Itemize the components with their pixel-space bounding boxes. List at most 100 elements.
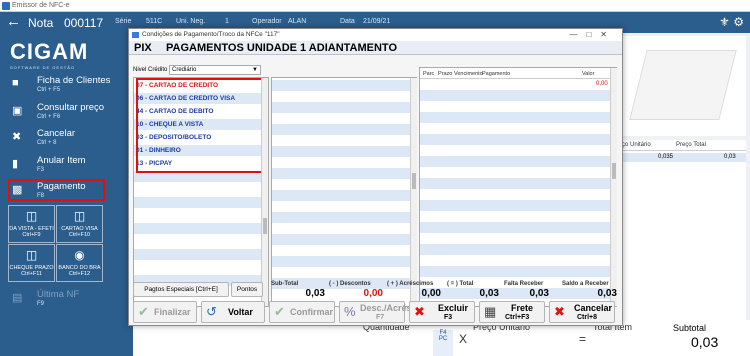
desc-acres-button[interactable]: % Desc./Acrés. F7 xyxy=(339,301,414,323)
receipt-icon: ▤ xyxy=(12,292,23,304)
tile-cheque-prazo[interactable]: ◫ CHEQUE PRAZO Ctrl+F11 xyxy=(8,244,55,282)
window-controls: —□✕ xyxy=(569,29,616,41)
dialog-header: PIX PAGAMENTOS UNIDADE 1 ADIANTAMENTO xyxy=(129,41,622,55)
col-parc: Parc xyxy=(423,71,435,77)
close-window-icon[interactable]: ✕ xyxy=(600,30,616,39)
fkey-pc[interactable]: PC xyxy=(433,336,453,342)
app-icon xyxy=(2,2,10,10)
back-arrow-icon[interactable]: ← xyxy=(6,14,21,29)
tile-key: Ctrl+F12 xyxy=(68,271,91,277)
sidebar-item-label: Cancelar xyxy=(37,128,76,139)
maximize-icon[interactable]: □ xyxy=(586,30,600,39)
list-row xyxy=(272,245,410,256)
confirmar-button[interactable]: ✔ Confirmar xyxy=(269,301,335,323)
tile-banco-brasil[interactable]: ◉ BANCO DO BRA Ctrl+F12 xyxy=(56,244,103,282)
cell-preco-unitario: 0,035 xyxy=(658,154,674,160)
list-row xyxy=(272,256,410,267)
dialog-app-icon xyxy=(132,32,139,38)
items-grid-row[interactable]: 0,035 0,03 xyxy=(620,153,746,162)
list-scroll-thumb[interactable] xyxy=(263,218,267,234)
table-row xyxy=(420,101,610,112)
payments-scroll-thumb[interactable] xyxy=(612,163,616,179)
product-box-shape xyxy=(629,50,737,120)
truck-icon: ▦ xyxy=(484,304,497,319)
operador-value: ALAN xyxy=(288,18,307,25)
product-image xyxy=(620,36,746,136)
col-vencimento: Vencimento xyxy=(454,71,483,77)
table-row xyxy=(420,112,610,123)
close-icon: ✖ xyxy=(414,304,425,319)
list-row xyxy=(272,157,410,168)
excluir-button[interactable]: ✖ Excluir F3 xyxy=(409,301,475,323)
table-row xyxy=(420,145,610,156)
mid-scroll-thumb[interactable] xyxy=(412,173,416,189)
close-icon: ✖ xyxy=(12,131,22,143)
settings-icon[interactable]: ⚙ xyxy=(733,15,744,29)
pontos-button[interactable]: Pontos xyxy=(231,282,263,297)
acrescimos-label: ( + ) Acréscimos xyxy=(387,281,434,287)
col-valor: Valor xyxy=(582,71,595,77)
button-key: F7 xyxy=(376,314,385,321)
sidebar-item-key: F3 xyxy=(37,167,45,173)
table-row xyxy=(420,134,610,145)
sidebar-item-cancelar[interactable]: ✖ Cancelar Ctrl + 8 xyxy=(10,126,125,152)
list-item-empty xyxy=(134,223,262,234)
tile-da-vista[interactable]: ◫ DA VISTA - EFETI Ctrl+F9 xyxy=(8,205,55,243)
falta-receber-label: Falta Receber xyxy=(504,281,544,287)
minimize-icon[interactable]: — xyxy=(569,30,586,39)
sidebar-item-ultima-nf: ▤ Última NF F9 xyxy=(10,287,125,313)
list-scrollbar[interactable] xyxy=(261,78,268,306)
frete-button[interactable]: ▦ Frete Ctrl+F3 xyxy=(479,301,545,323)
camera-icon: ◉ xyxy=(74,248,85,262)
sidebar-item-consultar-preco[interactable]: ▣ Consultar preço Ctrl + F6 xyxy=(10,100,125,126)
list-item-empty xyxy=(134,184,262,195)
pagamento-highlight xyxy=(8,179,105,201)
cancelar-button[interactable]: ✖ Cancelar Ctrl+8 xyxy=(549,301,615,323)
col-prazo: Prazo xyxy=(438,71,453,77)
list-item-empty xyxy=(134,249,262,260)
table-row xyxy=(420,156,610,167)
table-row[interactable]: 0,00 xyxy=(420,79,610,90)
undo-icon: ↺ xyxy=(206,304,217,319)
pagtos-especiais-button[interactable]: Pagtos Especiais [Ctrl+E] xyxy=(133,282,229,297)
tile-key: Ctrl+F9 xyxy=(22,232,41,238)
list-row xyxy=(272,190,410,201)
voltar-button[interactable]: ↺ Voltar xyxy=(201,301,265,323)
sidebar-item-anular-item[interactable]: ▮ Anular Item F3 xyxy=(10,153,125,179)
nivel-credito-select[interactable]: Crediário ▼ xyxy=(169,65,261,75)
payments-scrollbar[interactable] xyxy=(610,68,617,306)
list-row xyxy=(272,201,410,212)
close-icon: ✖ xyxy=(554,304,565,319)
payment-dialog: Condições de Pagamento/Troco da NFCe "11… xyxy=(128,28,623,326)
button-label: Pontos xyxy=(236,286,258,293)
uni-value: 1 xyxy=(225,18,229,25)
table-row xyxy=(420,90,610,101)
logo-tagline: SOFTWARE DE GESTÃO xyxy=(10,65,75,70)
tile-cartao-visa[interactable]: ◫ CARTAO VISA Ctrl+F10 xyxy=(56,205,103,243)
serie-value: 511C xyxy=(146,18,163,25)
descontos-label: ( - ) Descontos xyxy=(329,281,371,287)
sidebar-item-ficha-clientes[interactable]: ■ Ficha de Clientes Ctrl + F5 xyxy=(10,73,125,99)
sidebar: CIGAM SOFTWARE DE GESTÃO ■ Ficha de Clie… xyxy=(0,33,133,356)
table-row xyxy=(420,167,610,178)
mid-scrollbar[interactable] xyxy=(410,78,417,306)
table-row xyxy=(420,255,610,266)
button-key: F3 xyxy=(444,314,453,321)
sidebar-item-label: Ficha de Clientes xyxy=(37,75,111,86)
list-row xyxy=(272,135,410,146)
fkeys-box: F4 PC xyxy=(433,330,453,356)
sidebar-item-label: Consultar preço xyxy=(37,102,105,113)
list-item-empty xyxy=(134,262,262,273)
button-label: Cancelar xyxy=(574,303,613,313)
saldo-receber-value: 0,03 xyxy=(597,288,617,299)
users-header-icon[interactable]: ⚜ xyxy=(719,15,730,29)
finalizar-button[interactable]: ✔ Finalizar xyxy=(133,301,197,323)
list-item-empty xyxy=(134,236,262,247)
dialog-titlebar: Condições de Pagamento/Troco da NFCe "11… xyxy=(129,29,622,41)
cell-valor: 0,00 xyxy=(596,81,608,87)
trash-icon: ▮ xyxy=(12,158,19,170)
sidebar-item-key: Ctrl + 8 xyxy=(37,140,57,146)
table-row xyxy=(420,244,610,255)
items-grid: ço Unitário Preço Total 0,035 0,03 xyxy=(620,140,746,320)
list-row xyxy=(272,168,410,179)
